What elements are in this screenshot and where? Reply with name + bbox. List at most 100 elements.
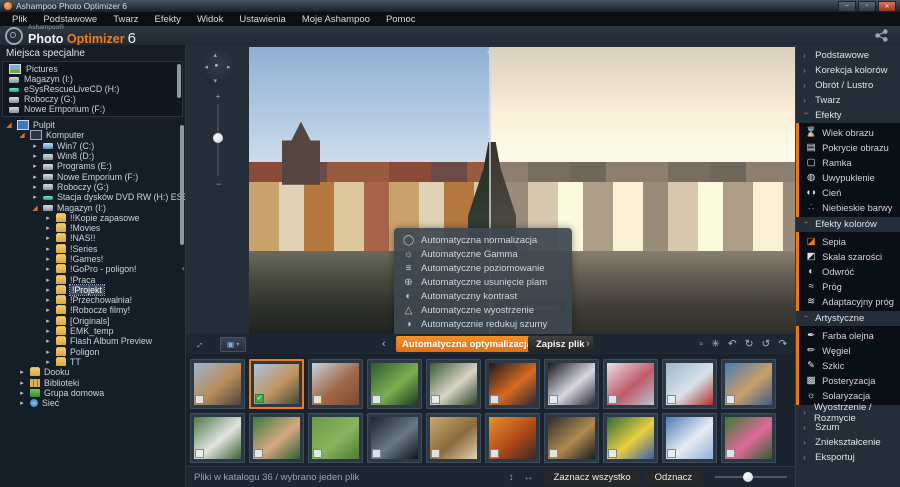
checkbox[interactable] [549, 395, 558, 404]
collapsed-arrow-icon[interactable]: ▸ [44, 214, 52, 222]
menu-efekty[interactable]: Efekty [147, 14, 189, 25]
collapsed-arrow-icon[interactable]: ▸ [31, 193, 39, 201]
tree-item[interactable]: ▸!!Kopie zapasowe [0, 213, 185, 223]
collapsed-arrow-icon[interactable]: ▸ [44, 234, 52, 242]
tree-item[interactable]: ▸Grupa domowa [0, 388, 185, 398]
checkbox[interactable] [549, 449, 558, 458]
panel-collapse-icon[interactable]: ‹ [182, 263, 185, 273]
tree-item[interactable]: ▸!Robocze filmy! [0, 305, 185, 315]
expanded-arrow-icon[interactable]: ◢ [5, 121, 13, 129]
collapsed-arrow-icon[interactable]: ▸ [44, 255, 52, 263]
collapsed-arrow-icon[interactable]: ▸ [31, 152, 39, 160]
checkbox[interactable] [667, 395, 676, 404]
thumbnail-sunset-sea[interactable] [485, 413, 540, 463]
checkbox[interactable] [313, 449, 322, 458]
checkbox[interactable] [313, 395, 322, 404]
thumbnail-forest-chapel[interactable] [426, 359, 481, 409]
tree-item[interactable]: ◢Pulpit [0, 120, 185, 130]
places-item[interactable]: Nowe Emporium (F:) [3, 104, 182, 114]
compare-view-button[interactable]: ▣▾ [220, 337, 246, 352]
save-file-button[interactable]: Zapisz plik [528, 336, 593, 352]
checkbox[interactable] [726, 449, 735, 458]
tree-item[interactable]: ▸Roboczy (G:) [0, 182, 185, 192]
resize-vertical-icon[interactable]: ↕ [509, 472, 514, 483]
tree-item[interactable]: ▸Programs (E:) [0, 161, 185, 171]
section-wyostrzenie-rozmycie[interactable]: ›Wyostrzenie / Rozmycie [796, 405, 900, 420]
effect-niebieskie-barwy[interactable]: ∴Niebieskie barwy [799, 200, 900, 215]
tree-item[interactable]: ◢Komputer [0, 130, 185, 140]
checked-checkbox[interactable]: ✓ [255, 394, 264, 403]
collapsed-arrow-icon[interactable]: ▸ [44, 265, 52, 273]
menu-pomoc[interactable]: Pomoc [378, 14, 424, 25]
auto-menu-item[interactable]: ≡Automatyczne poziomowanie [394, 261, 572, 275]
tree-item[interactable]: ▸Win7 (C:) [0, 141, 185, 151]
menu-podstawowe[interactable]: Podstawowe [35, 14, 105, 25]
magic-wand-icon[interactable]: ✳ [711, 338, 720, 350]
tree-item[interactable]: ◢Magazyn (I:) [0, 202, 185, 212]
section-twarz[interactable]: ›Twarz [796, 93, 900, 108]
rotate-right-icon[interactable]: ↷ [778, 338, 787, 350]
collapsed-arrow-icon[interactable]: ▸ [44, 296, 52, 304]
pan-up-icon[interactable]: ▴ [214, 51, 218, 59]
tree-item[interactable]: ▸Dooku [0, 367, 185, 377]
thumbnail-prague-square[interactable] [190, 359, 245, 409]
select-all-button[interactable]: Zaznacz wszystko [545, 470, 640, 485]
auto-menu-item[interactable]: ☼Automatyczne Gamma [394, 247, 572, 261]
tree-item[interactable]: ▸!Series [0, 244, 185, 254]
places-item[interactable]: Magazyn (I:) [3, 74, 182, 84]
checkbox[interactable] [608, 449, 617, 458]
thumbnail-boy-portrait[interactable] [249, 413, 304, 463]
collapsed-arrow-icon[interactable]: ▸ [44, 358, 52, 366]
pan-down-icon[interactable]: ▾ [214, 77, 218, 85]
collapsed-arrow-icon[interactable]: ▸ [44, 327, 52, 335]
thumbnail-prague-monument[interactable]: ✓ [249, 359, 304, 409]
collapsed-arrow-icon[interactable]: ▸ [44, 286, 52, 294]
tree-item[interactable]: ▸Nowe Emporium (F:) [0, 171, 185, 181]
effect-ramka[interactable]: ▢Ramka [799, 155, 900, 170]
menu-ustawienia[interactable]: Ustawienia [231, 14, 293, 25]
thumbnail-gold-statue[interactable] [426, 413, 481, 463]
expanded-arrow-icon[interactable]: ◢ [31, 204, 39, 212]
checkbox[interactable] [372, 449, 381, 458]
tree-item[interactable]: ▸Win8 (D:) [0, 151, 185, 161]
minimize-button[interactable]: – [838, 1, 856, 12]
effect-pokrycie-obrazu[interactable]: ▤Pokrycie obrazu [799, 140, 900, 155]
tree-item[interactable]: ▸Stacja dysków DVD RW (H:) ESET SysRescu… [0, 192, 185, 202]
effect-farba-olejna[interactable]: ✒Farba olejna [799, 328, 900, 343]
collapsed-arrow-icon[interactable]: ▸ [44, 317, 52, 325]
thumbnail-meadow-birds[interactable] [308, 413, 363, 463]
collapsed-arrow-icon[interactable]: ▸ [31, 162, 39, 170]
share-icon[interactable] [875, 29, 888, 47]
collapsed-arrow-icon[interactable]: ▸ [44, 224, 52, 232]
effect-adaptacyjny-próg[interactable]: ≋Adaptacyjny próg [799, 294, 900, 309]
thumbnail-jungle-green[interactable] [367, 359, 422, 409]
places-scrollbar[interactable] [177, 64, 181, 98]
effect-cień[interactable]: ◖◗Cień [799, 185, 900, 200]
auto-optimize-button[interactable]: Automatyczna optymalizacja▾ [396, 336, 545, 352]
fullscreen-icon[interactable]: ↔ [192, 337, 207, 352]
menu-twarz[interactable]: Twarz [105, 14, 146, 25]
thumbnail-pink-rose[interactable] [721, 413, 776, 463]
collapsed-arrow-icon[interactable]: ▸ [18, 399, 26, 407]
menu-plik[interactable]: Plik [4, 14, 35, 25]
effect-wiek-obrazu[interactable]: ⌛Wiek obrazu [799, 125, 900, 140]
thumbnail-statue-dark[interactable] [544, 413, 599, 463]
thumbnail-spring-blossoms[interactable] [662, 413, 717, 463]
collapsed-arrow-icon[interactable]: ▸ [44, 306, 52, 314]
tree-item[interactable]: ▸!Movies [0, 223, 185, 233]
resize-horizontal-icon[interactable]: ↔ [524, 472, 534, 483]
effect-skala-szarości[interactable]: ◩Skala szarości [799, 249, 900, 264]
effect-sepia[interactable]: ◪Sepia [799, 234, 900, 249]
tree-item[interactable]: ▸Poligon [0, 347, 185, 357]
tree-item[interactable]: ▸Sieć [0, 398, 185, 408]
collapsed-arrow-icon[interactable]: ▸ [44, 245, 52, 253]
collapsed-arrow-icon[interactable]: ▸ [18, 368, 26, 376]
checkbox[interactable] [490, 449, 499, 458]
section-podstawowe[interactable]: ›Podstawowe [796, 48, 900, 63]
thumbnail-winter-walk[interactable] [662, 359, 717, 409]
effect-odwróć[interactable]: ◐Odwróć [799, 264, 900, 279]
auto-menu-item[interactable]: ◯Automatyczna normalizacja [394, 233, 572, 247]
collapsed-arrow-icon[interactable]: ▸ [44, 276, 52, 284]
auto-menu-item[interactable]: △Automatyczne wyostrzenie [394, 303, 572, 317]
pan-center-icon[interactable]: ● [215, 63, 219, 69]
